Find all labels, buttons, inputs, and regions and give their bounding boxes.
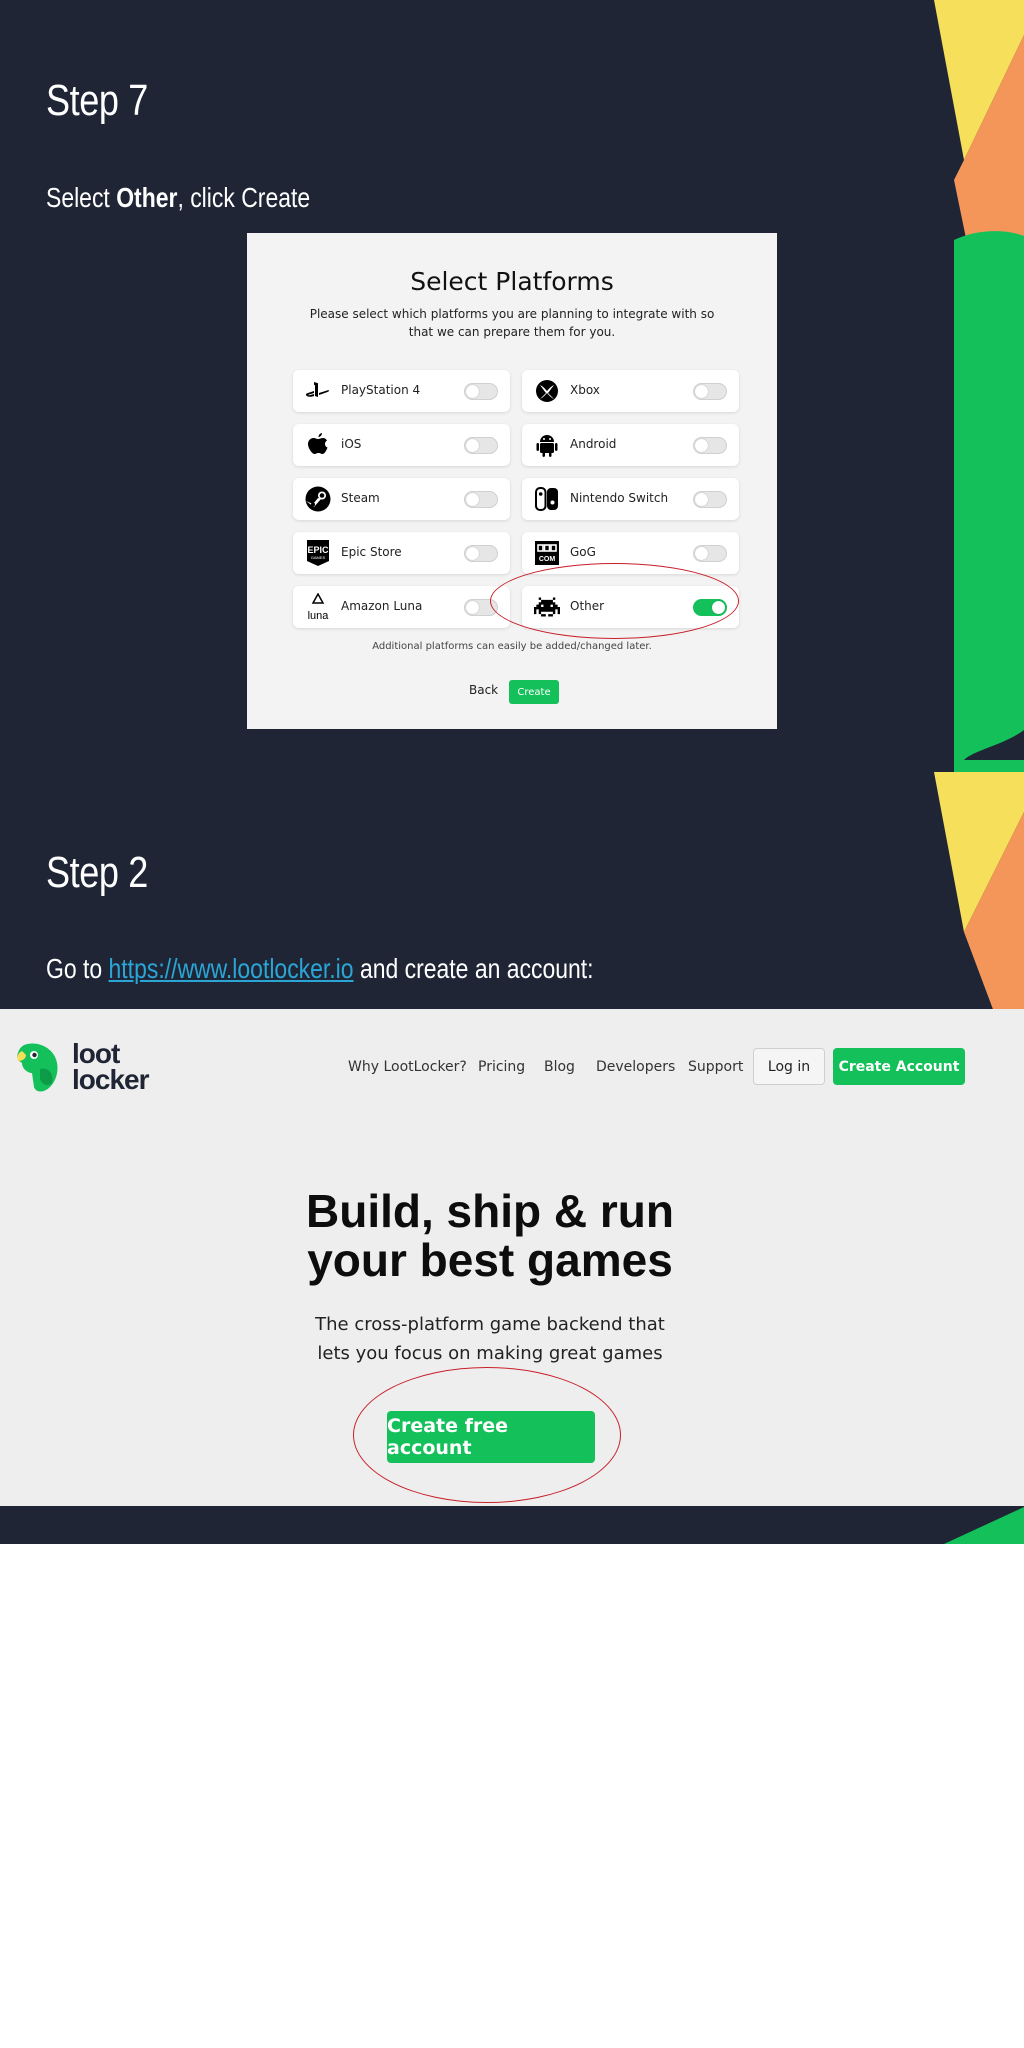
platform-label: Epic Store [341,545,402,559]
platform-toggle[interactable] [464,383,498,400]
platform-toggle[interactable] [464,437,498,454]
platform-label: Amazon Luna [341,599,423,613]
step-instruction: Select Other, click Create [46,182,310,214]
platform-card-amazon-luna[interactable]: luna Amazon Luna [293,586,510,628]
step-instruction: Go to https://www.lootlocker.io and crea… [46,953,594,985]
platform-label: GoG [570,545,596,559]
platform-toggle[interactable] [693,491,727,508]
platform-card-nintendo-switch[interactable]: Nintendo Switch [522,478,739,520]
logo-line: locker [72,1064,149,1095]
back-button[interactable]: Back [469,683,498,697]
steam-icon [305,486,331,512]
hero-subline: The cross-platform game backend that lets… [0,1310,980,1368]
platform-card-steam[interactable]: Steam [293,478,510,520]
android-icon [534,433,560,457]
platform-card-android[interactable]: Android [522,424,739,466]
slide-step-7: Step 7 Select Other, click Create Select… [0,0,1024,772]
platform-toggle[interactable] [693,545,727,562]
platform-label: Xbox [570,383,600,397]
platform-label: Nintendo Switch [570,491,669,505]
instruction-text: , click Create [177,182,311,213]
xbox-icon [534,379,560,403]
nav-blog[interactable]: Blog [544,1059,575,1075]
platform-card-ios[interactable]: iOS [293,424,510,466]
apple-icon [305,433,331,457]
create-button[interactable]: Create [509,680,559,704]
platform-label: iOS [341,437,362,451]
instruction-text: and create an account: [353,953,594,984]
svg-text:GAMES: GAMES [311,555,326,560]
create-free-account-button[interactable]: Create free account [387,1411,595,1463]
step-title: Step 7 [46,76,148,125]
nav-developers[interactable]: Developers [596,1059,675,1075]
platform-toggle[interactable] [693,383,727,400]
create-account-button[interactable]: Create Account [833,1048,965,1085]
svg-text:COM: COM [539,556,556,563]
nav-pricing[interactable]: Pricing [478,1059,525,1075]
decorative-shapes [934,0,1024,772]
playstation-icon [305,379,331,403]
platform-toggle[interactable] [464,491,498,508]
hero-headline: Build, ship & run your best games [0,1187,980,1285]
parrot-logo-icon [17,1043,58,1092]
lootlocker-logo[interactable]: loot locker [14,1040,164,1097]
platform-toggle[interactable] [464,545,498,562]
svg-text:luna: luna [308,610,330,621]
dialog-title: Select Platforms [410,267,614,296]
headline-line: your best games [307,1234,673,1286]
svg-text:EPIC: EPIC [307,545,329,555]
login-button[interactable]: Log in [753,1048,825,1085]
nav-why-lootlocker[interactable]: Why LootLocker? [348,1059,467,1075]
lootlocker-homepage: loot locker Why LootLocker? Pricing Blog … [0,1009,1024,1506]
platform-card-xbox[interactable]: Xbox [522,370,739,412]
instruction-text: Go to [46,953,109,984]
amazon-luna-icon: luna [305,593,331,621]
epic-games-icon: EPIC GAMES [305,540,331,566]
platform-card-epic-store[interactable]: EPIC GAMES Epic Store [293,532,510,574]
select-platforms-dialog: Select Platforms Please select which pla… [247,233,777,729]
headline-line: Build, ship & run [306,1185,674,1237]
dialog-description: Please select which platforms you are pl… [309,307,715,339]
subline-line: lets you focus on making great games [317,1343,663,1364]
instruction-bold: Other [116,182,178,213]
step-title: Step 2 [46,848,148,897]
platform-label: Android [570,437,617,451]
highlight-ring [490,563,739,639]
platform-card-playstation[interactable]: PlayStation 4 [293,370,510,412]
platform-label: PlayStation 4 [341,383,421,397]
instruction-text: Select [46,182,117,213]
subline-line: The cross-platform game backend that [315,1314,665,1335]
platforms-note: Additional platforms can easily be added… [372,641,652,652]
nintendo-switch-icon [534,487,560,511]
lootlocker-link[interactable]: https://www.lootlocker.io [109,953,354,984]
nav-support[interactable]: Support [688,1059,743,1075]
platform-label: Steam [341,491,380,505]
platform-toggle[interactable] [693,437,727,454]
logo-text: loot locker [72,1040,149,1095]
gog-icon: COM [534,541,560,565]
